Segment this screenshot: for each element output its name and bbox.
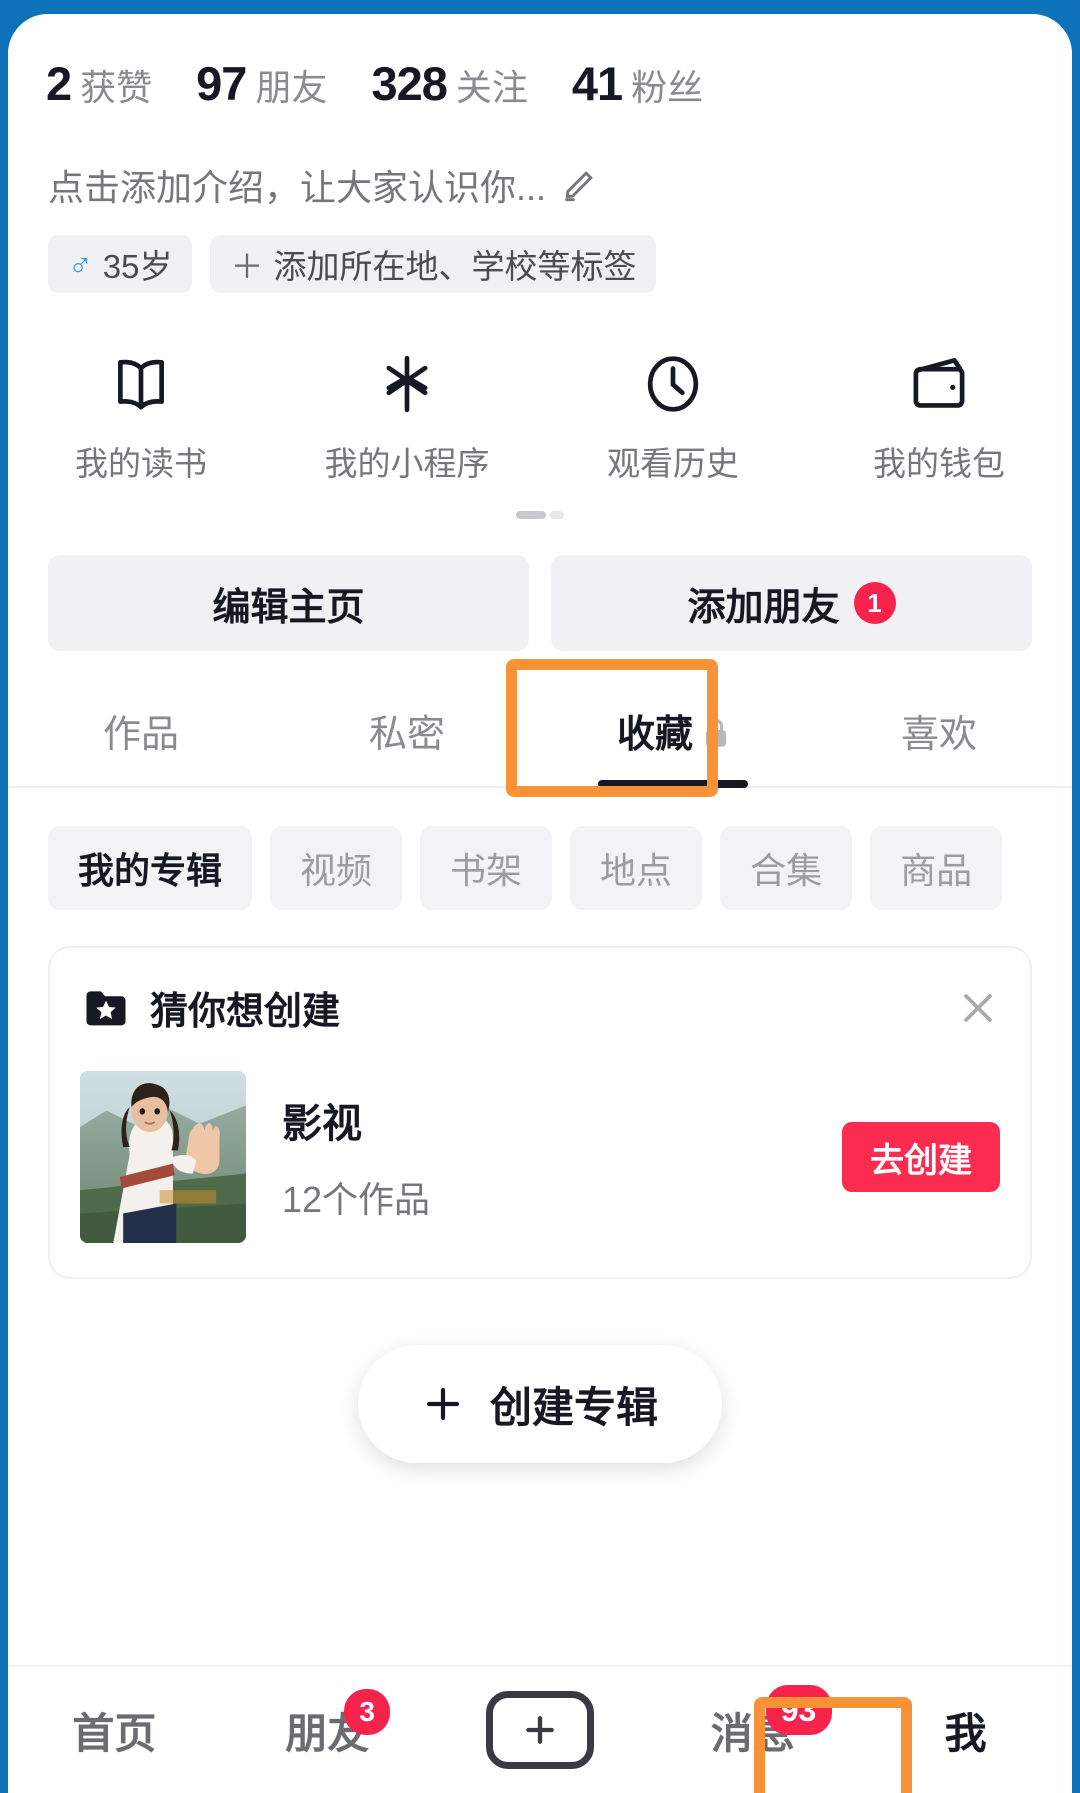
tag-add-info[interactable]: ＋ 添加所在地、学校等标签 [210,235,657,293]
device-frame: 2 获赞 97 朋友 328 关注 41 粉丝 点击添加介绍，让大家认识你...… [0,0,1080,1793]
lock-icon [703,716,729,747]
tab-works-label: 作品 [102,714,179,756]
plus-box-icon [485,1691,594,1769]
nav-item-home[interactable]: 首页 [8,1667,221,1793]
clock-icon [640,351,706,417]
suggestion-card: 猜你想创建 影视 12个作品 去创建 [48,946,1032,1279]
quick-entry-wallet-label: 我的钱包 [873,445,1005,482]
tab-liked[interactable]: 喜欢 [806,703,1072,786]
nav-home-label: 首页 [72,1709,157,1757]
chip-my-albums[interactable]: 我的专辑 [48,826,253,910]
chip-products-label: 商品 [900,850,973,891]
suggestion-card-header: 猜你想创建 [80,980,1000,1035]
tag-age-label: 35岁 [102,248,173,285]
woman-martial-arts-thumbnail [80,1071,246,1243]
quick-entry-reading-label: 我的读书 [75,445,207,482]
tab-private-label: 私密 [368,714,445,756]
chip-videos-label: 视频 [300,850,373,891]
create-album-button[interactable]: 创建专辑 [357,1345,722,1463]
stat-followers-label: 粉丝 [631,67,704,108]
nav-me-label: 我 [944,1709,987,1757]
bio-row[interactable]: 点击添加介绍，让大家认识你... [8,111,1072,211]
tab-favorites[interactable]: 收藏 [540,703,806,788]
profile-tag-row: ♂ 35岁 ＋ 添加所在地、学校等标签 [8,211,1072,293]
bottom-navigation-bar: 首页 朋友 3 消息 93 我 [8,1665,1072,1793]
quick-entry-applet-label: 我的小程序 [324,445,490,482]
stat-following[interactable]: 328 关注 [371,56,527,111]
stat-followers-value: 41 [571,57,623,110]
chip-videos[interactable]: 视频 [270,826,403,910]
pager-dot-inactive [550,511,564,519]
chip-bookshelf-label: 书架 [450,850,523,891]
quick-entry-reading[interactable]: 我的读书 [8,351,274,485]
stat-likes[interactable]: 2 获赞 [46,56,152,111]
chip-places-label: 地点 [600,850,673,891]
nav-item-me[interactable]: 我 [859,1667,1072,1793]
nav-friends-badge: 3 [344,1689,391,1735]
nav-messages-badge: 93 [765,1685,832,1735]
edit-profile-label: 编辑主页 [212,586,365,629]
tag-add-info-label: 添加所在地、学校等标签 [273,248,637,285]
book-icon [108,351,174,417]
stat-following-label: 关注 [455,67,528,108]
chip-bookshelf[interactable]: 书架 [420,826,553,910]
chip-my-albums-label: 我的专辑 [78,850,223,891]
suggestion-item-title: 影视 [282,1102,362,1146]
bio-placeholder-text: 点击添加介绍，让大家认识你... [48,167,547,208]
close-icon[interactable] [956,986,1000,1030]
stat-friends-label: 朋友 [255,67,328,108]
tab-active-underline [598,780,748,788]
suggestion-item[interactable]: 影视 12个作品 去创建 [80,1035,1000,1243]
quick-entry-pager [8,485,1072,519]
edit-profile-button[interactable]: 编辑主页 [48,555,529,651]
collection-filter-chips: 我的专辑 视频 书架 地点 合集 商品 [8,788,1072,910]
tab-works[interactable]: 作品 [8,703,274,786]
profile-stats-row: 2 获赞 97 朋友 328 关注 41 粉丝 [8,14,1072,111]
profile-action-row: 编辑主页 添加朋友 1 [8,519,1072,651]
stat-friends-value: 97 [196,57,247,110]
chip-products[interactable]: 商品 [870,826,1003,910]
chip-compilations-label: 合集 [750,850,823,891]
stat-friends[interactable]: 97 朋友 [196,56,327,111]
quick-entry-history-label: 观看历史 [607,445,739,482]
chip-places[interactable]: 地点 [570,826,703,910]
folder-star-icon [80,982,132,1034]
quick-entry-row: 我的读书 我的小程序 观看历史 我的钱包 [8,293,1072,485]
profile-page: 2 获赞 97 朋友 328 关注 41 粉丝 点击添加介绍，让大家认识你...… [8,14,1072,1793]
quick-entry-wallet[interactable]: 我的钱包 [806,351,1072,485]
plus-icon: ＋ [230,248,264,285]
nav-item-create[interactable] [434,1667,647,1793]
add-friend-label: 添加朋友 [687,586,840,629]
create-album-row: 创建专辑 [8,1279,1072,1463]
nav-item-friends[interactable]: 朋友 3 [221,1667,434,1793]
add-friend-button[interactable]: 添加朋友 1 [551,555,1032,651]
plus-icon [422,1383,464,1425]
quick-entry-applet[interactable]: 我的小程序 [274,351,540,485]
app-screen: 2 获赞 97 朋友 328 关注 41 粉丝 点击添加介绍，让大家认识你...… [8,14,1072,1793]
stat-following-value: 328 [371,57,447,110]
tab-favorites-label: 收藏 [616,714,693,756]
tab-liked-label: 喜欢 [900,714,977,756]
suggestion-item-texts: 影视 12个作品 [282,1091,806,1223]
nav-item-messages[interactable]: 消息 93 [646,1667,859,1793]
go-create-button[interactable]: 去创建 [842,1122,1000,1192]
tab-private[interactable]: 私密 [274,703,540,786]
applet-icon [374,351,440,417]
suggestion-card-title: 猜你想创建 [150,991,341,1033]
create-album-label: 创建专辑 [489,1383,658,1431]
suggestion-card-title-group: 猜你想创建 [80,980,340,1035]
wallet-icon [906,351,972,417]
pager-dot-active [516,511,546,519]
stat-likes-label: 获赞 [80,67,153,108]
chip-compilations[interactable]: 合集 [720,826,853,910]
stat-likes-value: 2 [46,57,72,110]
tag-gender-age[interactable]: ♂ 35岁 [48,235,193,293]
stat-followers[interactable]: 41 粉丝 [572,56,703,111]
quick-entry-history[interactable]: 观看历史 [540,351,806,485]
pencil-icon[interactable] [560,166,598,204]
male-icon: ♂ [68,245,93,282]
profile-tab-bar: 作品 私密 收藏 喜欢 [8,651,1072,797]
suggestion-item-subtitle: 12个作品 [282,1179,431,1220]
add-friend-badge: 1 [853,582,896,624]
